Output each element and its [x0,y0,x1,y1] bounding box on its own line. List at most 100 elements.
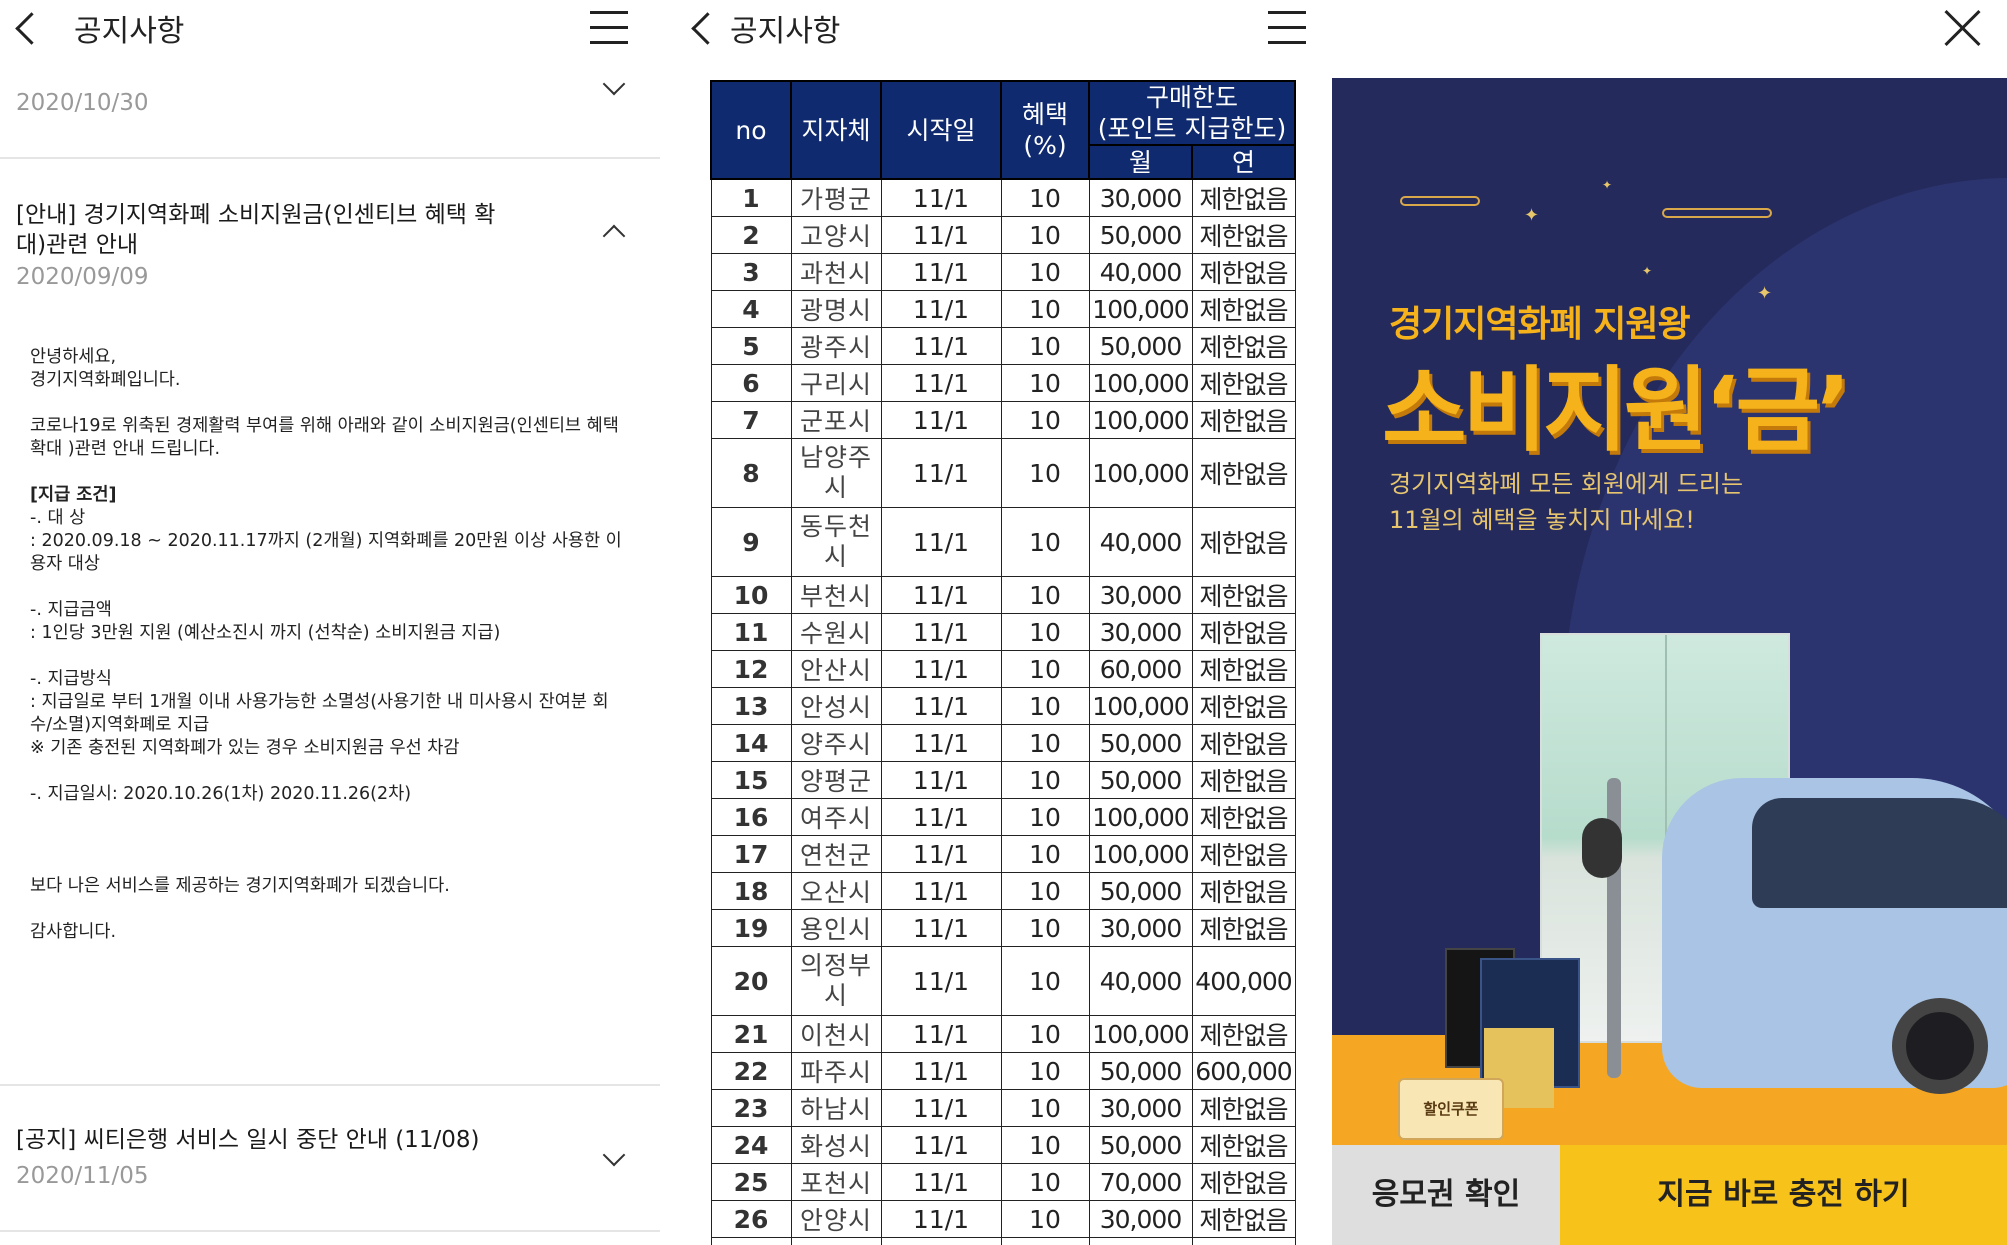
cell-start: 11/1 [880,909,1002,947]
promo-banner[interactable]: ✦ ✦ ✦ ✦ 경기지역화폐 지원왕 소비지원‘금’ 경기지역화폐 모든 회원에… [1332,78,2007,1145]
cell-month-limit: 70,000 [1088,1163,1193,1201]
table-row: 25 포천시 11/1 10 70,000 제한없음 [710,1163,1296,1201]
cell-start: 11/1 [880,687,1002,725]
cell-no: 15 [710,761,792,799]
cell-benefit: 10 [1000,507,1090,577]
table-row: 23 하남시 11/1 10 30,000 제한없음 [710,1089,1296,1127]
cell-start: 11/1 [880,438,1002,508]
cell-no: 24 [710,1126,792,1164]
notice-body-line: -. 지급방식 [30,669,112,689]
table-row: 3 과천시 11/1 10 40,000 제한없음 [710,253,1296,291]
cell-no: 4 [710,290,792,328]
table-row: 10 부천시 11/1 10 30,000 제한없음 [710,576,1296,614]
notice-item[interactable]: [공지] 씨티은행 서비스 일시 중단 안내 (11/08) 2020/11/0… [0,1085,660,1225]
cell-benefit: 10 [1000,909,1090,947]
notice-body-line: ※ 기존 충전된 지역화폐가 있는 경우 소비지원금 우선 차감 [30,738,460,758]
col-header-city: 지자체 [790,80,882,180]
cell-year-limit: 제한없음 [1191,724,1296,762]
notice-item-expanded[interactable]: [안내] 경기지역화폐 소비지원금(인센티브 혜택 확대)관련 안내 2020/… [0,158,660,308]
coupon-image: 할인쿠폰 [1398,1078,1504,1140]
cell-benefit: 10 [1000,216,1090,254]
cell-no: 1 [710,178,792,217]
cell-month-limit: 40,000 [1088,253,1193,291]
cell-month-limit: 40,000 [1088,507,1193,577]
cell-year-limit: 제한없음 [1191,909,1296,947]
back-arrow-icon[interactable] [660,0,716,56]
cell-month-limit: 50,000 [1088,872,1193,910]
cell-city: 의왕시 [790,1237,882,1245]
cell-city: 과천시 [790,253,882,291]
cell-no: 23 [710,1089,792,1127]
cell-start: 11/1 [880,761,1002,799]
cell-year-limit: 제한없음 [1191,1126,1296,1164]
chevron-down-icon[interactable] [606,76,622,92]
cell-city: 부천시 [790,576,882,614]
col-header-no: no [710,80,792,180]
cell-city: 양평군 [790,761,882,799]
cell-city: 여주시 [790,798,882,836]
hamburger-menu-icon[interactable] [1268,11,1306,45]
hamburger-menu-icon[interactable] [590,11,628,45]
cell-benefit: 10 [1000,401,1090,439]
chevron-down-icon[interactable] [606,1147,622,1163]
notice-body-line: : 지급일로 부터 1개월 이내 사용가능한 소멸성(사용기한 내 미사용시 잔… [30,692,609,735]
notice-body-line: : 1인당 3만원 지원 (예산소진시 까지 (선착순) 소비지원금 지급) [30,623,501,643]
cell-start: 11/1 [880,216,1002,254]
cell-month-limit: 30,000 [1088,178,1193,217]
cell-city: 수원시 [790,613,882,651]
check-tickets-button[interactable]: 응모권 확인 [1332,1145,1560,1245]
charge-now-button[interactable]: 지금 바로 충전 하기 [1560,1145,2007,1245]
notice-body-line [30,898,630,921]
cell-year-limit: 제한없음 [1191,178,1296,217]
cell-no: 7 [710,401,792,439]
cell-start: 11/1 [880,1163,1002,1201]
cell-no: 6 [710,364,792,402]
col-header-year: 연 [1191,144,1296,180]
cell-no: 22 [710,1052,792,1090]
cell-benefit: 10 [1000,290,1090,328]
cell-year-limit: 제한없음 [1191,364,1296,402]
cell-month-limit: 30,000 [1088,909,1193,947]
cell-no: 12 [710,650,792,688]
cell-benefit: 10 [1000,798,1090,836]
notice-title: [공지] 씨티은행 서비스 일시 중단 안내 (11/08) [16,1127,480,1153]
table-row: 13 안성시 11/1 10 100,000 제한없음 [710,687,1296,725]
promo-panel: ✦ ✦ ✦ ✦ 경기지역화폐 지원왕 소비지원‘금’ 경기지역화폐 모든 회원에… [1320,0,2007,1245]
cell-city: 남양주시 [790,438,882,508]
cell-city: 가평군 [790,178,882,217]
cell-start: 11/1 [880,1089,1002,1127]
table-row: 20 의정부시 11/1 10 40,000 400,000 [710,946,1296,1016]
cell-year-limit: 제한없음 [1191,1163,1296,1201]
cell-no: 9 [710,507,792,577]
cell-benefit: 10 [1000,1052,1090,1090]
cell-year-limit: 600,000 [1191,1052,1296,1090]
cell-year-limit: 제한없음 [1191,1015,1296,1053]
notice-item[interactable]: 2020/10/30 [0,56,660,158]
close-icon[interactable] [1942,8,1982,48]
notice-body-line [30,760,630,783]
cell-no: 17 [710,835,792,873]
cell-city: 용인시 [790,909,882,947]
table-row: 21 이천시 11/1 10 100,000 제한없음 [710,1015,1296,1053]
cell-month-limit: 30,000 [1088,576,1193,614]
notice-body-line [30,806,630,829]
notice-body-line: -. 지급금액 [30,600,112,620]
chevron-up-icon[interactable] [606,222,622,238]
cell-month-limit: 50,000 [1088,216,1193,254]
table-row: 19 용인시 11/1 10 30,000 제한없음 [710,909,1296,947]
cell-no: 14 [710,724,792,762]
notice-body-line: 안녕하세요, [30,347,117,367]
table-row: 6 구리시 11/1 10 100,000 제한없음 [710,364,1296,402]
col-header-month: 월 [1088,144,1193,180]
back-arrow-icon[interactable] [0,0,40,56]
cell-year-limit: 제한없음 [1191,216,1296,254]
notice-body-line: -. 대 상 [30,508,86,528]
cell-start: 11/1 [880,1200,1002,1238]
cell-start: 11/1 [880,1015,1002,1053]
cell-year-limit: 제한없음 [1191,613,1296,651]
cell-month-limit: 100,000 [1088,401,1193,439]
cell-benefit: 10 [1000,761,1090,799]
cell-year-limit: 제한없음 [1191,650,1296,688]
notice-body-line [30,645,630,668]
cell-no: 11 [710,613,792,651]
